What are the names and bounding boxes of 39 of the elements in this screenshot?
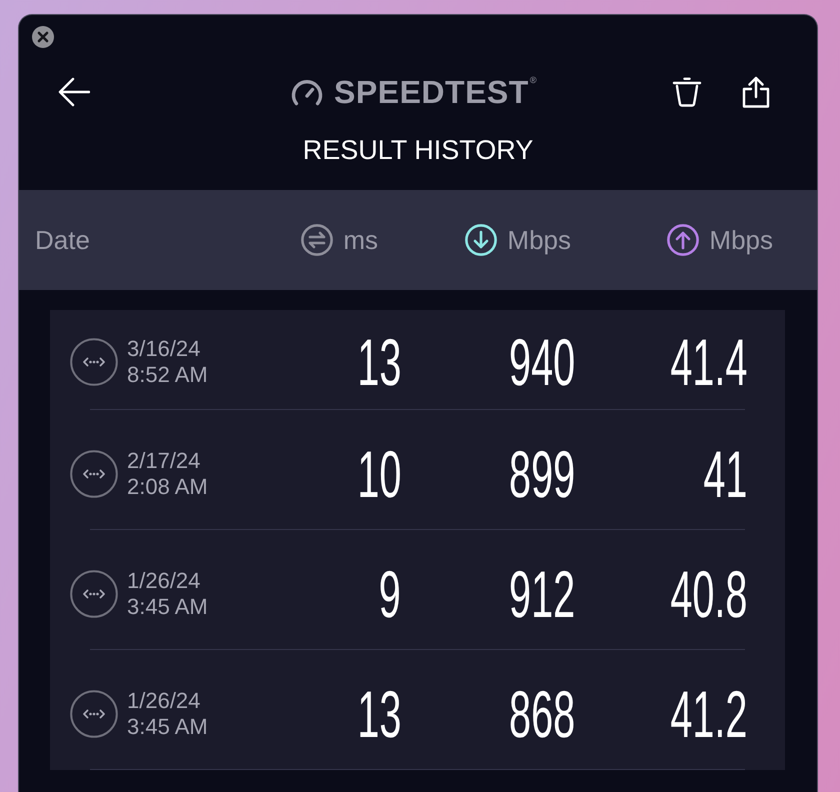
upload-value: 41.2 xyxy=(670,686,747,742)
share-button[interactable] xyxy=(742,76,770,108)
ping-value: 10 xyxy=(356,446,401,502)
date-text: 3/16/24 xyxy=(127,336,200,362)
date-text: 1/26/24 xyxy=(127,688,200,714)
gauge-icon xyxy=(291,78,324,106)
upload-value: 40.8 xyxy=(670,566,747,622)
date-text: 1/26/24 xyxy=(127,568,200,594)
share-icon xyxy=(742,76,770,108)
page-title: RESULT HISTORY xyxy=(302,134,534,166)
ping-value: 13 xyxy=(356,686,401,742)
close-icon xyxy=(32,26,54,48)
delete-button[interactable] xyxy=(672,77,702,107)
ping-value: 9 xyxy=(378,566,401,622)
chevron-dots-icon xyxy=(70,570,118,618)
ping-value: 13 xyxy=(356,334,401,390)
chevron-dots-icon xyxy=(70,450,118,498)
time-text: 8:52 AM xyxy=(127,362,208,388)
column-header: Mbps xyxy=(507,224,571,256)
download-value: 868 xyxy=(508,686,575,742)
upload-value: 41.4 xyxy=(670,334,747,390)
time-text: 2:08 AM xyxy=(127,474,208,500)
download-value: 912 xyxy=(508,566,575,622)
download-value: 899 xyxy=(508,446,575,502)
column-header: Date xyxy=(35,224,90,256)
column-header: ms xyxy=(343,224,378,256)
trash-icon xyxy=(672,77,702,107)
arrow-left-icon xyxy=(58,77,90,107)
time-text: 3:45 AM xyxy=(127,594,208,620)
date-text: 2/17/24 xyxy=(127,448,200,474)
close-button[interactable] xyxy=(32,26,54,48)
upload-value: 41 xyxy=(702,446,747,502)
chevron-dots-icon xyxy=(70,338,118,386)
column-header: Mbps xyxy=(709,224,773,256)
chevron-dots-icon xyxy=(70,690,118,738)
logo-text: SPEEDTEST$^{®}$ xyxy=(334,74,537,110)
time-text: 3:45 AM xyxy=(127,714,208,740)
back-button[interactable] xyxy=(58,77,90,107)
download-value: 940 xyxy=(508,334,575,390)
